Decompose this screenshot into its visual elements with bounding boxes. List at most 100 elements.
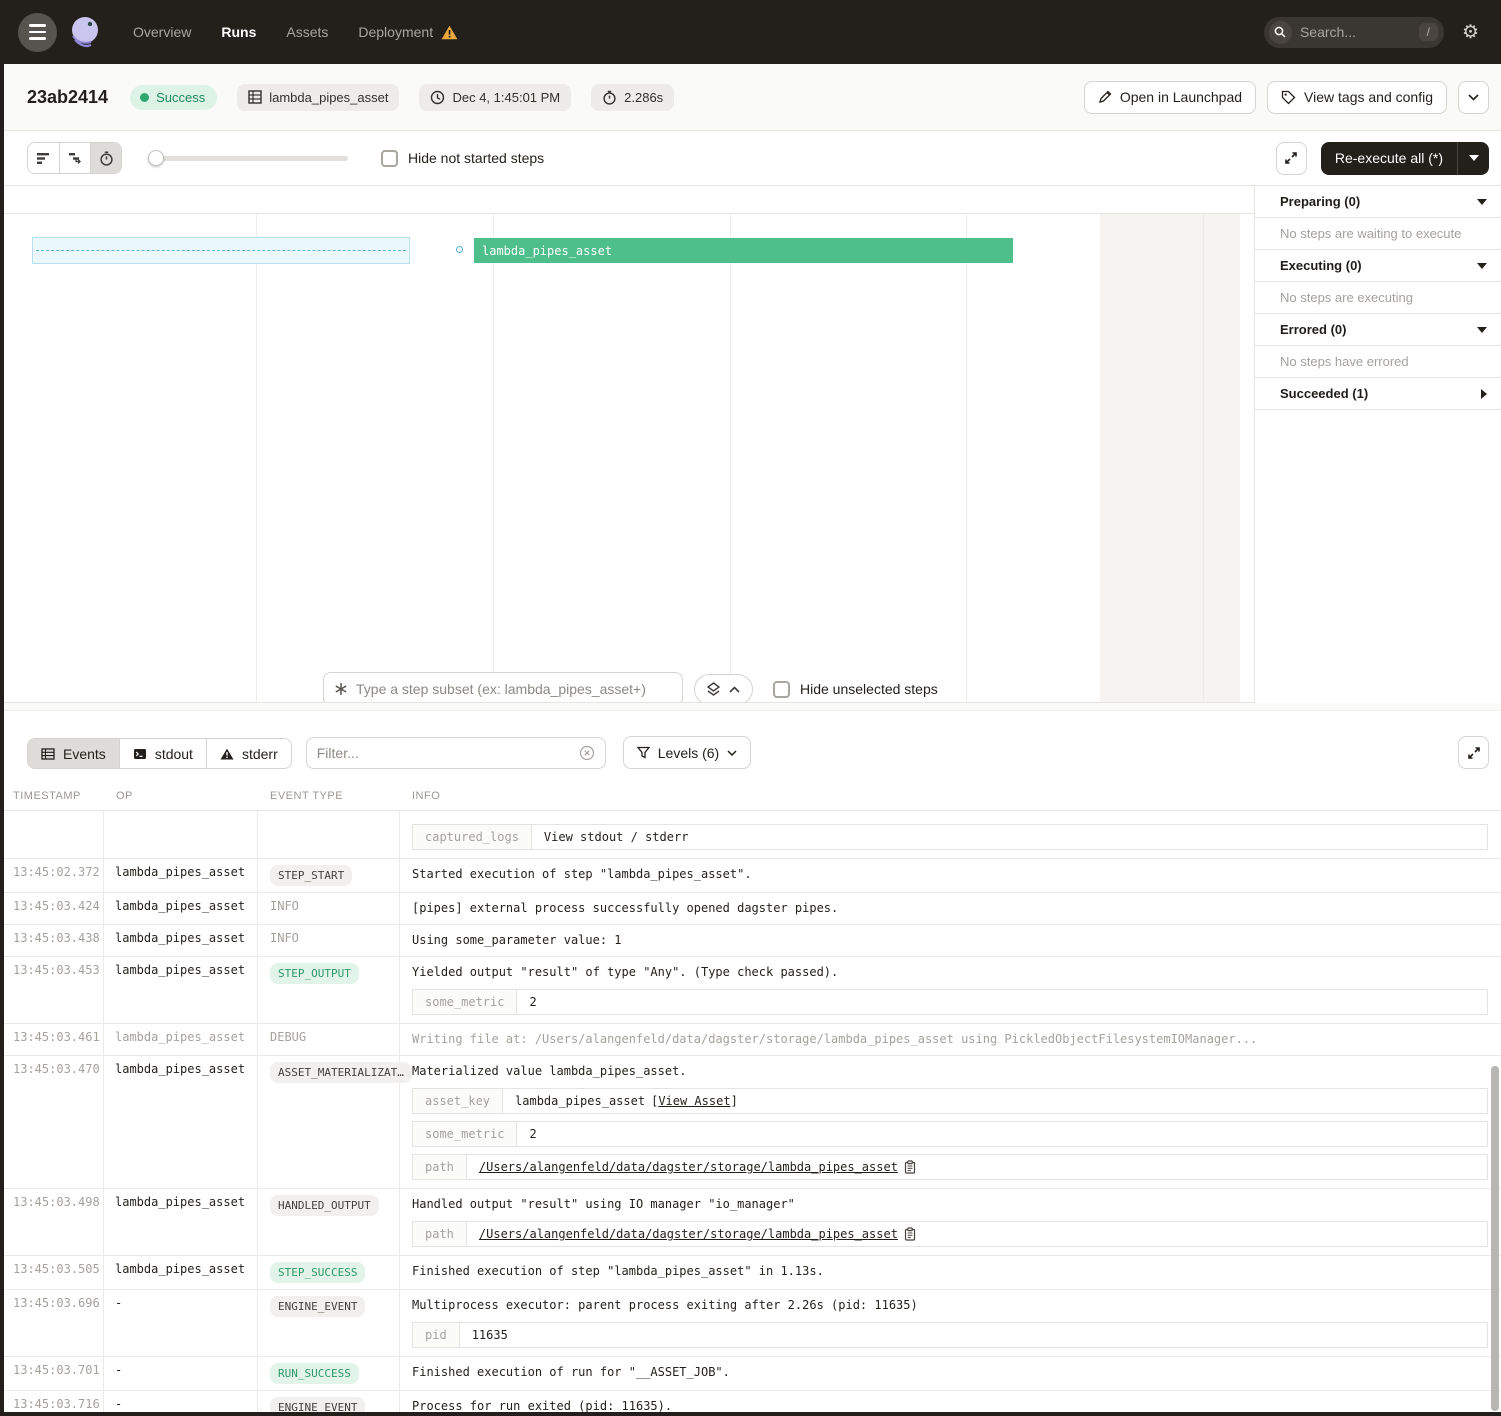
hide-not-started-checkbox-row[interactable]: Hide not started steps: [381, 150, 544, 167]
log-filter-input[interactable]: [317, 745, 579, 761]
event-log-row[interactable]: 13:45:03.716 - ENGINE_EVENT Process for …: [0, 1391, 1501, 1412]
status-dot-icon: [140, 93, 149, 102]
waterfall-view-button[interactable]: [59, 143, 90, 173]
event-timestamp: 13:45:03.716: [0, 1391, 103, 1412]
topnav-right: Search... / ⚙: [1264, 17, 1479, 48]
grid-icon: [248, 90, 262, 104]
log-tabs: Events stdout stderr: [27, 738, 292, 769]
event-info: Started execution of step "lambda_pipes_…: [399, 859, 1501, 892]
caret-icon: [1477, 327, 1487, 333]
nav-item[interactable]: Assets: [286, 24, 328, 40]
graph-query-toggle-button[interactable]: [694, 674, 753, 704]
nav-item[interactable]: Runs: [221, 24, 256, 40]
reexecute-all-button[interactable]: Re-execute all (*): [1321, 142, 1489, 175]
event-log-row[interactable]: 13:45:03.505 lambda_pipes_asset STEP_SUC…: [0, 1256, 1501, 1290]
nav-item[interactable]: Deployment: [358, 24, 458, 40]
slider-handle[interactable]: [148, 150, 164, 166]
event-type: RUN_SUCCESS: [257, 1357, 399, 1390]
metadata-key: captured_logs: [413, 825, 532, 849]
run-header: 23ab2414 Success lambda_pipes_asset Dec …: [0, 64, 1501, 131]
job-name-tag[interactable]: lambda_pipes_asset: [237, 84, 399, 111]
event-type: STEP_SUCCESS: [257, 1256, 399, 1289]
event-log-row[interactable]: 13:45:03.696 - ENGINE_EVENT Multiprocess…: [0, 1290, 1501, 1357]
hide-unselected-checkbox[interactable]: [773, 681, 790, 698]
open-in-launchpad-button[interactable]: Open in Launchpad: [1084, 81, 1256, 114]
event-timestamp: 13:45:03.696: [0, 1290, 103, 1356]
event-type: STEP_START: [257, 859, 399, 892]
event-log-row[interactable]: 13:45:03.424 lambda_pipes_asset INFO [pi…: [0, 893, 1501, 925]
event-timestamp: 13:45:03.461: [0, 1024, 103, 1055]
log-fullscreen-button[interactable]: [1458, 736, 1489, 769]
sidebar-section-header[interactable]: Errored (0): [1255, 314, 1501, 346]
flat-view-button[interactable]: [28, 143, 59, 173]
gantt-step-bar[interactable]: lambda_pipes_asset: [474, 238, 1013, 263]
log-tab[interactable]: Events: [28, 739, 119, 768]
hide-unselected-checkbox-row[interactable]: Hide unselected steps: [773, 681, 938, 698]
log-tab[interactable]: stderr: [206, 739, 291, 768]
event-timestamp: 13:45:03.470: [0, 1056, 103, 1188]
metadata-entry: captured_logs View stdout / stderr []: [412, 824, 1488, 850]
event-log-row[interactable]: 13:45:03.438 lambda_pipes_asset INFO Usi…: [0, 925, 1501, 957]
gantt-zoom-slider[interactable]: [148, 150, 348, 166]
run-timestamp-tag[interactable]: Dec 4, 1:45:01 PM: [419, 84, 571, 111]
stopwatch-icon: [602, 90, 617, 105]
levels-filter-button[interactable]: Levels (6): [623, 736, 751, 769]
metadata-key: path: [413, 1222, 467, 1246]
event-info: Process for run exited (pid: 11635).: [399, 1391, 1501, 1412]
caret-icon: [1477, 263, 1487, 269]
hide-not-started-checkbox[interactable]: [381, 150, 398, 167]
event-op: lambda_pipes_asset: [103, 957, 257, 1023]
settings-gear-icon[interactable]: ⚙: [1462, 21, 1479, 44]
event-info: Using some_parameter value: 1: [399, 925, 1501, 956]
copy-icon[interactable]: [904, 1227, 916, 1241]
search-icon: [1269, 21, 1292, 44]
run-header-more-button[interactable]: [1458, 81, 1489, 114]
timed-view-button[interactable]: [90, 143, 121, 173]
column-header: OP: [103, 790, 257, 802]
event-log-row[interactable]: 13:45:03.498 lambda_pipes_asset HANDLED_…: [0, 1189, 1501, 1256]
event-info: Yielded output "result" of type "Any". (…: [399, 957, 1501, 1023]
clear-filter-icon[interactable]: [579, 745, 595, 761]
event-log-header: TIMESTAMPOPEVENT TYPEINFO: [0, 781, 1501, 811]
column-header: TIMESTAMP: [0, 790, 103, 802]
log-tab[interactable]: stdout: [119, 739, 206, 768]
event-op: lambda_pipes_asset: [103, 893, 257, 924]
metadata-link[interactable]: [View Asset]: [651, 1094, 738, 1108]
step-subset-input[interactable]: [356, 681, 672, 697]
event-log-row[interactable]: 13:45:03.453 lambda_pipes_asset STEP_OUT…: [0, 957, 1501, 1024]
step-selector-icon: [334, 682, 348, 696]
event-log-row[interactable]: 13:45:03.470 lambda_pipes_asset ASSET_MA…: [0, 1056, 1501, 1189]
dagster-logo[interactable]: [65, 12, 105, 52]
search-input[interactable]: Search... /: [1264, 17, 1444, 48]
event-log-row[interactable]: 13:45:03.701 - RUN_SUCCESS Finished exec…: [0, 1357, 1501, 1391]
column-header: INFO: [399, 790, 1501, 802]
event-log-row[interactable]: 13:45:02.372 lambda_pipes_asset STEP_STA…: [0, 859, 1501, 893]
event-log-row[interactable]: 13:45:03.461 lambda_pipes_asset DEBUG Wr…: [0, 1024, 1501, 1056]
warning-icon: [441, 25, 458, 40]
nav-item[interactable]: Overview: [133, 24, 191, 40]
sidebar-section-header[interactable]: Executing (0): [1255, 250, 1501, 282]
console-icon: [133, 748, 147, 760]
event-timestamp: 13:45:03.701: [0, 1357, 103, 1390]
event-type: ENGINE_EVENT: [257, 1290, 399, 1356]
sidebar-section-header[interactable]: Preparing (0): [1255, 186, 1501, 218]
event-timestamp: 13:45:03.505: [0, 1256, 103, 1289]
hamburger-menu-icon[interactable]: [18, 13, 57, 52]
event-type: STEP_OUTPUT: [257, 957, 399, 1023]
reexecute-dropdown-button[interactable]: [1457, 142, 1489, 175]
view-tags-config-button[interactable]: View tags and config: [1267, 81, 1447, 114]
run-duration-tag[interactable]: 2.286s: [591, 84, 674, 111]
section-divider: [0, 703, 1501, 711]
copy-icon[interactable]: [904, 1160, 916, 1174]
stopwatch-icon: [99, 151, 114, 166]
metadata-value: 2: [529, 995, 536, 1009]
event-op: lambda_pipes_asset: [103, 1024, 257, 1055]
sidebar-section-header[interactable]: Succeeded (1): [1255, 378, 1501, 410]
event-timestamp: [0, 811, 103, 858]
gantt-time-axis: [0, 186, 1254, 214]
funnel-icon: [637, 746, 650, 759]
metadata-entry: asset_key lambda_pipes_asset [View Asset…: [412, 1088, 1488, 1114]
scrollbar-thumb[interactable]: [1491, 1066, 1499, 1411]
event-log-row[interactable]: captured_logs View stdout / stderr []: [0, 811, 1501, 859]
gantt-fullscreen-button[interactable]: [1276, 142, 1307, 175]
